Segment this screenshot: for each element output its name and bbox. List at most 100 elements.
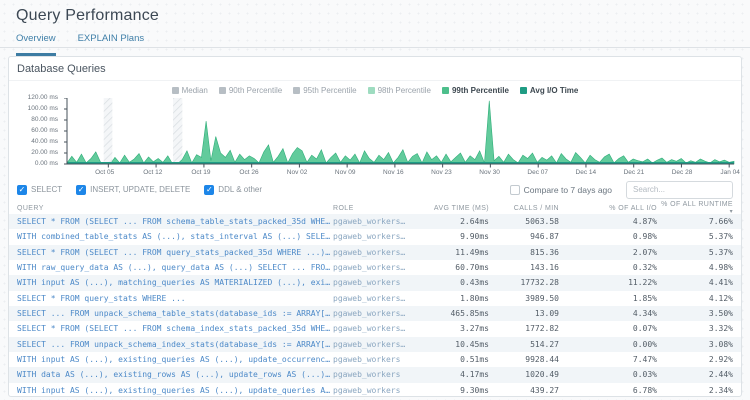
table-row: WITH data AS (...), existing_rows AS (..… <box>9 367 741 382</box>
checkbox-icon[interactable]: ✓ <box>204 185 214 195</box>
pct-runtime-cell: 2.44% <box>657 370 733 379</box>
calls-per-min-cell: 9928.44 <box>489 355 559 364</box>
database-queries-card: Database Queries Median 90th Percentile 95… <box>8 56 742 397</box>
tab-explain-plans[interactable]: EXPLAIN Plans <box>78 33 145 56</box>
legend-item[interactable]: 90th Percentile <box>219 86 282 95</box>
filter-checkbox[interactable]: ✓SELECT <box>17 185 62 195</box>
role-cell: pgaweb_workers… <box>333 263 429 272</box>
calls-per-min-cell: 439.27 <box>489 386 559 395</box>
calls-per-min-cell: 3989.50 <box>489 294 559 303</box>
x-tick-label: Dec 07 <box>527 169 548 176</box>
legend-label: 90th Percentile <box>229 86 282 95</box>
chart-plot[interactable] <box>63 98 735 168</box>
x-tick-label: Dec 21 <box>624 169 645 176</box>
filter-checkbox[interactable]: ✓DDL & other <box>204 185 262 195</box>
legend-swatch-icon <box>442 87 449 94</box>
legend-item[interactable]: 95th Percentile <box>293 86 356 95</box>
pct-runtime-cell: 5.37% <box>657 232 733 241</box>
legend-item[interactable]: Median <box>172 86 208 95</box>
x-axis-labels: Oct 05Oct 12Oct 19Oct 26Nov 02Nov 09Nov … <box>63 168 735 179</box>
x-tick-label: Jan 04 <box>720 169 740 176</box>
x-tick-label: Nov 30 <box>479 169 500 176</box>
legend-item[interactable]: Avg I/O Time <box>520 86 578 95</box>
sort-desc-icon: ▾ <box>730 209 733 215</box>
checkbox-icon[interactable]: ✓ <box>17 185 27 195</box>
column-header-avg-time-ms-[interactable]: AVG TIME (MS) <box>429 205 489 212</box>
avg-time-cell: 3.27ms <box>429 324 489 333</box>
avg-time-cell: 11.49ms <box>429 248 489 257</box>
x-tick-label: Dec 28 <box>672 169 693 176</box>
x-tick-label: Oct 19 <box>191 169 210 176</box>
avg-time-cell: 1.80ms <box>429 294 489 303</box>
y-tick-label: 60.00 ms <box>31 127 58 134</box>
chart[interactable] <box>63 98 735 168</box>
pct-runtime-cell: 5.37% <box>657 248 733 257</box>
compare-label: Compare to 7 days ago <box>524 185 612 195</box>
query-link[interactable]: WITH data AS (...), existing_rows AS (..… <box>17 370 333 379</box>
checkbox-icon[interactable] <box>510 185 520 195</box>
column-header-query[interactable]: QUERY <box>17 205 333 212</box>
avg-time-cell: 0.43ms <box>429 278 489 287</box>
pct-io-cell: 6.78% <box>559 386 657 395</box>
column-header-role[interactable]: ROLE <box>333 205 429 212</box>
legend-item[interactable]: 98th Percentile <box>368 86 431 95</box>
table-row: WITH combined_table_stats AS (...), stat… <box>9 229 741 244</box>
column-header--of-all-i-o[interactable]: % OF ALL I/O <box>559 205 657 212</box>
query-link[interactable]: SELECT * FROM (SELECT ... FROM schema_in… <box>17 324 333 333</box>
compare-checkbox[interactable]: Compare to 7 days ago <box>510 185 612 195</box>
avg-time-cell: 60.70ms <box>429 263 489 272</box>
filter-checkbox[interactable]: ✓INSERT, UPDATE, DELETE <box>76 185 190 195</box>
pct-io-cell: 2.07% <box>559 248 657 257</box>
avg-time-cell: 465.85ms <box>429 309 489 318</box>
table-row: SELECT ... FROM unpack_schema_index_stat… <box>9 337 741 352</box>
x-tick-label: Nov 16 <box>383 169 404 176</box>
x-tick-label: Oct 26 <box>239 169 258 176</box>
query-link[interactable]: SELECT * FROM query_stats WHERE ... <box>17 294 333 303</box>
x-tick-label: Nov 09 <box>335 169 356 176</box>
role-cell: pgaweb_workers… <box>333 309 429 318</box>
x-tick-label: Nov 02 <box>287 169 308 176</box>
pct-runtime-cell: 3.50% <box>657 309 733 318</box>
legend-label: 99th Percentile <box>452 86 509 95</box>
calls-per-min-cell: 13.09 <box>489 309 559 318</box>
pct-runtime-cell: 3.32% <box>657 324 733 333</box>
search-input[interactable] <box>626 181 733 199</box>
legend-label: Avg I/O Time <box>530 86 578 95</box>
column-header--of-all-runtime[interactable]: % OF ALL RUNTIME ▾ <box>657 201 733 215</box>
query-link[interactable]: SELECT ... FROM unpack_schema_table_stat… <box>17 309 333 318</box>
tab-overview[interactable]: Overview <box>16 33 56 56</box>
avg-time-cell: 0.51ms <box>429 355 489 364</box>
role-cell: pgaweb_workers… <box>333 324 429 333</box>
query-link[interactable]: WITH input AS (...), matching_queries AS… <box>17 278 333 287</box>
legend-label: 95th Percentile <box>303 86 356 95</box>
role-cell: pgaweb_workers <box>333 386 429 395</box>
query-link[interactable]: SELECT * FROM (SELECT ... FROM query_sta… <box>17 248 333 257</box>
query-link[interactable]: SELECT ... FROM unpack_schema_index_stat… <box>17 340 333 349</box>
checkbox-icon[interactable]: ✓ <box>76 185 86 195</box>
pct-io-cell: 7.47% <box>559 355 657 364</box>
table-header: QUERYROLEAVG TIME (MS)CALLS / MIN% OF AL… <box>9 201 741 214</box>
legend-label: 98th Percentile <box>378 86 431 95</box>
tabs: Overview EXPLAIN Plans <box>16 33 144 56</box>
pct-runtime-cell: 4.12% <box>657 294 733 303</box>
calls-per-min-cell: 946.87 <box>489 232 559 241</box>
role-cell: pgaweb_workers <box>333 278 429 287</box>
calls-per-min-cell: 514.27 <box>489 340 559 349</box>
page-divider <box>0 47 750 48</box>
column-header-calls-min[interactable]: CALLS / MIN <box>489 205 559 212</box>
query-link[interactable]: WITH combined_table_stats AS (...), stat… <box>17 232 333 241</box>
pct-io-cell: 4.87% <box>559 217 657 226</box>
card-title: Database Queries <box>9 57 741 81</box>
x-tick-label: Oct 12 <box>143 169 162 176</box>
calls-per-min-cell: 1772.82 <box>489 324 559 333</box>
y-tick-label: 120.00 ms <box>28 94 58 101</box>
query-link[interactable]: WITH input AS (...), existing_queries AS… <box>17 355 333 364</box>
calls-per-min-cell: 815.36 <box>489 248 559 257</box>
query-link[interactable]: WITH input AS (...), existing_queries AS… <box>17 386 333 395</box>
role-cell: pgaweb_workers… <box>333 232 429 241</box>
query-link[interactable]: WITH raw_query_data AS (...), query_data… <box>17 263 333 272</box>
role-cell: pgaweb_workers <box>333 355 429 364</box>
legend-swatch-icon <box>368 87 375 94</box>
legend-item[interactable]: 99th Percentile <box>442 86 509 95</box>
query-link[interactable]: SELECT * FROM (SELECT ... FROM schema_ta… <box>17 217 333 226</box>
